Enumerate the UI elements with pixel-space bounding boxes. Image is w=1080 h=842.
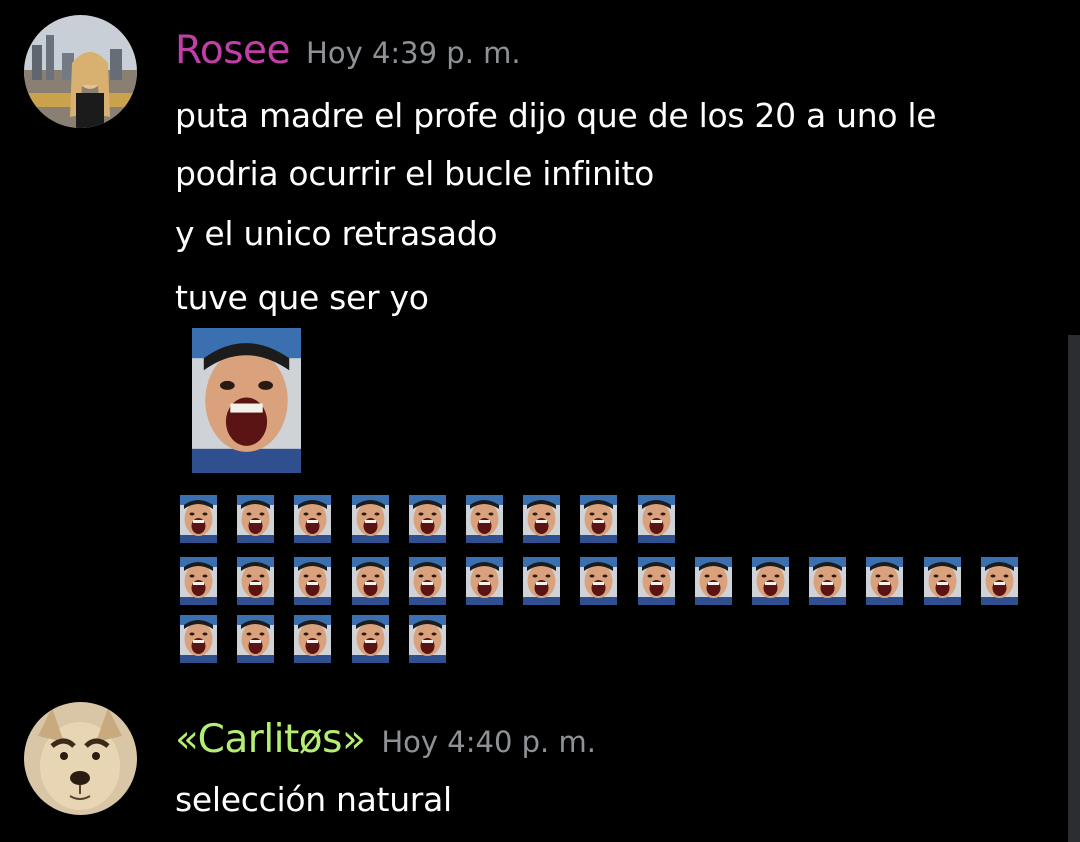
screaming-face-emoji-icon[interactable] xyxy=(237,557,274,605)
screaming-face-emoji-icon[interactable] xyxy=(352,615,389,663)
screaming-face-emoji-icon[interactable] xyxy=(352,495,389,543)
username[interactable]: «Carlitøs» xyxy=(175,717,366,762)
message-header: «Carlitøs» Hoy 4:40 p. m. xyxy=(175,717,596,762)
message-line: y el unico retrasado xyxy=(175,214,498,253)
scrollbar[interactable] xyxy=(1068,335,1080,842)
chat-view: Rosee Hoy 4:39 p. m. puta madre el profe … xyxy=(0,0,1080,842)
screaming-face-emoji-icon[interactable] xyxy=(409,495,446,543)
screaming-face-emoji-icon[interactable] xyxy=(809,557,846,605)
message-line: selección natural xyxy=(175,780,452,819)
screaming-face-emoji-icon[interactable] xyxy=(924,557,961,605)
message-line: puta madre el profe dijo que de los 20 a… xyxy=(175,96,937,135)
screaming-face-emoji-icon[interactable] xyxy=(237,495,274,543)
screaming-face-emoji-icon[interactable] xyxy=(409,615,446,663)
screaming-face-emoji-icon[interactable] xyxy=(180,615,217,663)
message-carlitos: «Carlitøs» Hoy 4:40 p. m. selección natur… xyxy=(0,700,1060,842)
screaming-face-emoji-icon[interactable] xyxy=(981,557,1018,605)
timestamp: Hoy 4:40 p. m. xyxy=(381,725,596,759)
screaming-face-emoji-icon[interactable] xyxy=(523,495,560,543)
screaming-face-emoji-icon[interactable] xyxy=(866,557,903,605)
screaming-face-emoji-icon[interactable] xyxy=(180,495,217,543)
message-line: tuve que ser yo xyxy=(175,278,429,317)
screaming-face-emoji-icon[interactable] xyxy=(180,557,217,605)
screaming-face-emoji-icon[interactable] xyxy=(409,557,446,605)
screaming-face-emoji-icon[interactable] xyxy=(638,495,675,543)
screaming-face-emoji-icon[interactable] xyxy=(752,557,789,605)
message-rosee: Rosee Hoy 4:39 p. m. puta madre el profe … xyxy=(0,0,1060,690)
timestamp: Hoy 4:39 p. m. xyxy=(306,36,521,70)
screaming-face-emoji-icon[interactable] xyxy=(580,495,617,543)
dog-face-avatar-icon xyxy=(24,702,137,815)
message-line: podria ocurrir el bucle infinito xyxy=(175,154,654,193)
avatar[interactable] xyxy=(24,15,137,128)
woman-city-avatar-icon xyxy=(24,15,137,128)
screaming-face-emoji-icon[interactable] xyxy=(352,557,389,605)
screaming-face-emoji-icon[interactable] xyxy=(466,557,503,605)
screaming-face-emoji-icon[interactable] xyxy=(294,495,331,543)
screaming-face-emoji-icon[interactable] xyxy=(580,557,617,605)
screaming-face-emoji-icon[interactable] xyxy=(638,557,675,605)
avatar[interactable] xyxy=(24,702,137,815)
screaming-face-emoji-icon[interactable] xyxy=(294,615,331,663)
screaming-face-emoji-icon[interactable] xyxy=(294,557,331,605)
screaming-face-emoji-icon[interactable] xyxy=(695,557,732,605)
screaming-face-emoji-icon[interactable] xyxy=(192,328,301,473)
message-header: Rosee Hoy 4:39 p. m. xyxy=(175,28,521,73)
screaming-face-emoji-icon[interactable] xyxy=(466,495,503,543)
screaming-face-emoji-icon[interactable] xyxy=(237,615,274,663)
username[interactable]: Rosee xyxy=(175,28,291,73)
screaming-face-emoji-icon[interactable] xyxy=(523,557,560,605)
